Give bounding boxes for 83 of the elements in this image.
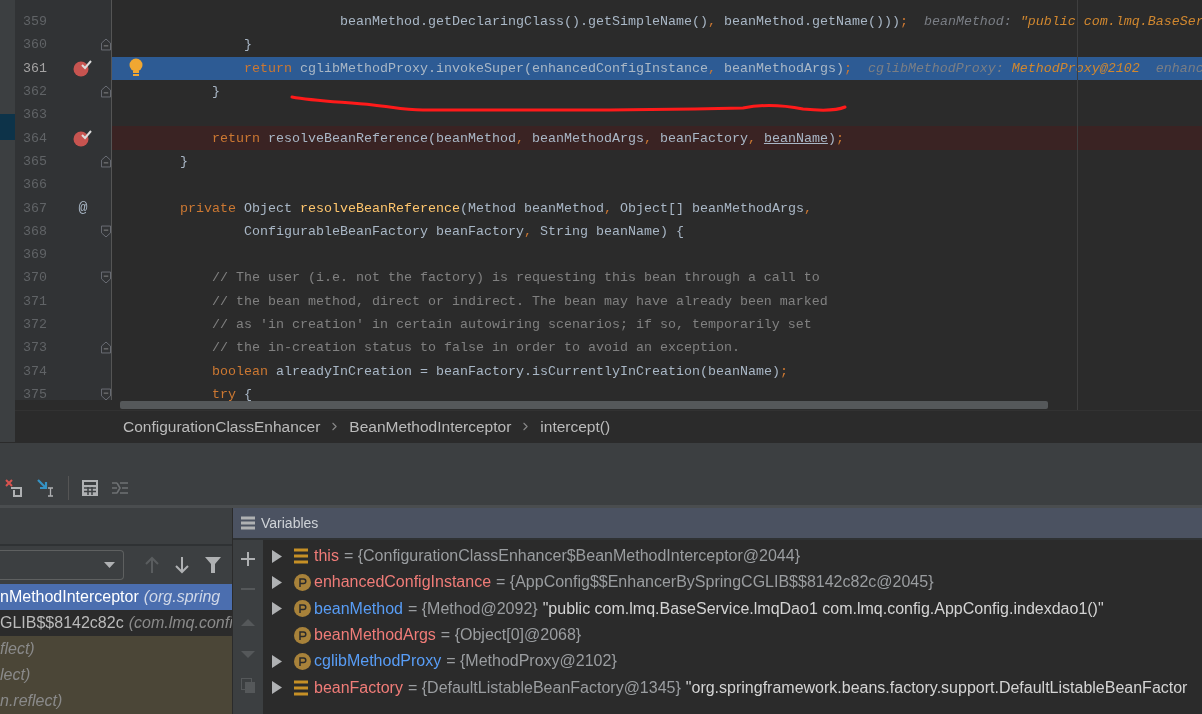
parameter-icon xyxy=(294,573,311,591)
list-icon xyxy=(241,516,255,530)
expand-arrow-icon[interactable] xyxy=(272,575,282,589)
lightbulb-icon[interactable] xyxy=(128,57,144,78)
code-line: } xyxy=(180,153,188,169)
expand-arrow-icon[interactable] xyxy=(272,602,282,616)
code-line: ConfigurableBeanFactory beanFactory, String beanName) { xyxy=(244,223,684,239)
lines-icon[interactable] xyxy=(111,479,129,497)
line-number: 361 xyxy=(22,60,47,76)
variable-name: enhancedConfigInstance xyxy=(314,573,492,592)
variable-row[interactable]: this = {ConfigurationClassEnhancer$BeanMethodInterceptor@2044} xyxy=(264,543,1202,570)
filter-icon[interactable] xyxy=(204,556,222,574)
variable-name: beanMethod xyxy=(314,599,403,618)
code-line: // the in-creation status to false in order to avoid an exception. xyxy=(212,340,740,356)
fold-icon[interactable] xyxy=(101,341,111,355)
frame-row[interactable]: lect) xyxy=(0,662,232,688)
variable-row[interactable]: enhancedConfigInstance = {AppConfig$$EnhancerBySpringCGLIB$$8142c82c@2045} xyxy=(264,569,1202,596)
parameter-icon xyxy=(294,600,311,618)
caret-icon xyxy=(104,562,115,568)
frame-row[interactable]: nMethodInterceptor (org.spring xyxy=(0,584,232,610)
fold-icon[interactable] xyxy=(101,85,111,99)
field-icon xyxy=(294,548,308,565)
breakpoint-icon[interactable] xyxy=(73,129,93,148)
variable-value: = {MethodProxy@2102} xyxy=(446,652,617,671)
expand-arrow-icon[interactable] xyxy=(272,681,282,695)
variable-name: beanMethodArgs xyxy=(314,626,436,645)
code-line: private Object resolveBeanReference(Method beanMethod, Object[] beanMethodArgs, xyxy=(180,200,812,216)
expand-arrow-icon[interactable] xyxy=(272,549,282,563)
breadcrumb-item[interactable]: ConfigurationClassEnhancer xyxy=(123,417,321,436)
cursor-arrow-icon[interactable] xyxy=(36,478,56,498)
plus-icon[interactable] xyxy=(241,552,255,566)
variable-detail: "public com.lmq.BaseService.lmqDao1 com.lmq.config.AppConfig.indexdao1()" xyxy=(542,599,1104,618)
arrow-up-icon[interactable] xyxy=(144,556,160,574)
variable-name: cglibMethodProxy xyxy=(314,652,442,671)
parameter-icon xyxy=(294,626,311,644)
variable-name: beanFactory xyxy=(314,678,403,697)
breadcrumb-item[interactable]: intercept() xyxy=(540,417,611,436)
parameter-icon xyxy=(294,652,311,670)
frame-method: nMethodInterceptor xyxy=(0,588,139,606)
calculator-icon[interactable] xyxy=(81,479,99,497)
variable-value: = {Method@2092} xyxy=(407,599,538,618)
variable-detail: "org.springframework.beans.factory.support.DefaultListableBeanFactor xyxy=(685,678,1188,697)
frame-method: GLIB$$8142c82c xyxy=(0,614,124,632)
variables-title: Variables xyxy=(261,515,319,531)
fold-icon[interactable] xyxy=(101,154,111,168)
frame-row[interactable]: n.reflect) xyxy=(0,688,232,714)
code-line: } xyxy=(244,37,252,53)
variable-name: this xyxy=(314,547,339,566)
thread-dropdown[interactable] xyxy=(0,550,124,580)
variable-value: = {Object[0]@2068} xyxy=(440,626,582,645)
expand-arrow-icon[interactable] xyxy=(272,654,282,668)
frame-location: (org.spring xyxy=(143,588,221,606)
frame-location: flect) xyxy=(0,640,35,658)
variable-row[interactable]: beanMethodArgs = {Object[0]@2068} xyxy=(264,621,1202,649)
code-line: try { xyxy=(212,386,252,402)
breakpoint-icon[interactable] xyxy=(73,59,93,78)
cross-square-icon[interactable] xyxy=(4,478,24,498)
frame-location: lect) xyxy=(0,666,31,684)
gutter-mark[interactable]: @ xyxy=(78,199,88,217)
variable-row[interactable]: cglibMethodProxy = {MethodProxy@2102} xyxy=(264,648,1202,675)
variable-row[interactable]: beanFactory = {DefaultListableBeanFactory@1345} "org.springframework.beans.factory.support.DefaultListableBeanFactor xyxy=(264,674,1202,701)
frame-location: n.reflect) xyxy=(0,692,63,710)
breadcrumb-item[interactable]: BeanMethodInterceptor xyxy=(349,417,512,436)
fold-icon[interactable] xyxy=(101,38,111,52)
horizontal-scrollbar[interactable] xyxy=(120,401,1048,410)
fold-icon[interactable] xyxy=(101,224,111,238)
code-line: } xyxy=(212,84,220,100)
frame-row[interactable]: flect) xyxy=(0,636,232,662)
variable-row[interactable]: beanMethod = {Method@2092} "public com.lmq.BaseService.lmqDao1 com.lmq.config.AppConfig.indexdao1()" xyxy=(264,595,1202,622)
copy-icon[interactable] xyxy=(240,678,256,694)
strip-marker xyxy=(0,114,15,140)
variable-value: = {AppConfig$$EnhancerBySpringCGLIB$$8142c82c@2045} xyxy=(496,573,934,592)
fold-icon[interactable] xyxy=(101,387,111,401)
variable-value: = {DefaultListableBeanFactory@1345} xyxy=(407,678,681,697)
fold-icon[interactable] xyxy=(101,271,111,285)
code-line: // as 'in creation' in certain autowiring scenarios; if so, temporarily set xyxy=(212,317,812,332)
code-line: boolean alreadyInCreation = beanFactory.isCurrentlyInCreation(beanName); xyxy=(212,363,788,379)
code-line: // The user (i.e. not the factory) is requesting this bean through a call to xyxy=(212,270,820,286)
field-icon xyxy=(294,679,308,696)
variable-value: = {ConfigurationClassEnhancer$BeanMethodInterceptor@2044} xyxy=(343,547,800,566)
arrow-down-icon[interactable] xyxy=(174,556,190,574)
code-line: return resolveBeanReference(beanMethod, beanMethodArgs, beanFactory, beanName); xyxy=(212,130,844,146)
code-line: // the bean method, direct or indirect. The bean may have already been marked xyxy=(212,293,828,309)
